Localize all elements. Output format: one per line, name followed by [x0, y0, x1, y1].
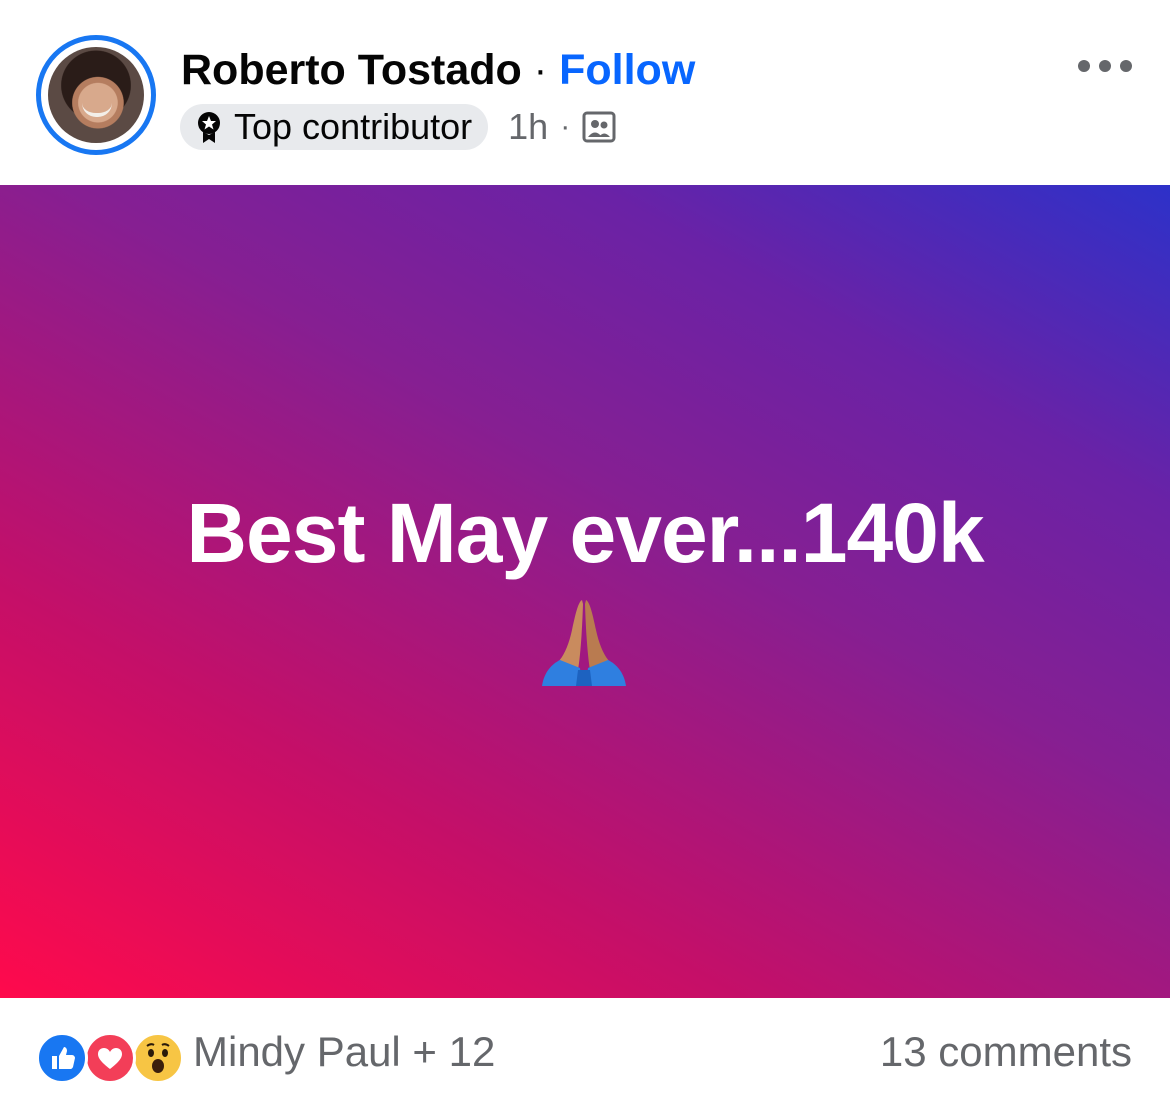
post-meta: Top contributor 1h · [180, 103, 616, 151]
avatar-photo [48, 47, 144, 143]
love-icon [84, 1032, 136, 1084]
award-icon [198, 112, 220, 143]
reaction-summary[interactable]: Mindy Paul + 12 [193, 1028, 495, 1076]
author-avatar[interactable] [36, 35, 156, 155]
author-name[interactable]: Roberto Tostado [181, 46, 522, 95]
comments-count[interactable]: 13 comments [880, 1028, 1132, 1076]
meta-separator: · [560, 110, 571, 143]
badge-label: Top contributor [234, 106, 473, 147]
like-icon [36, 1032, 88, 1084]
post-time[interactable]: 1h [508, 106, 548, 148]
top-contributor-badge[interactable]: Top contributor [180, 104, 489, 150]
separator-dot: · [533, 47, 548, 92]
post-content[interactable]: Best May ever...140k [0, 185, 1170, 998]
group-icon[interactable] [582, 110, 616, 144]
folded-hands-emoji [542, 600, 626, 686]
wow-icon [132, 1032, 184, 1084]
author-row: Roberto Tostado · Follow [181, 42, 695, 98]
post-footer: Mindy Paul + 12 13 comments [0, 998, 1170, 1097]
post-text: Best May ever...140k [186, 486, 984, 580]
follow-button[interactable]: Follow [559, 46, 695, 95]
post-header: Roberto Tostado · Follow Top contributor… [0, 0, 1170, 185]
reaction-icons[interactable] [36, 1032, 184, 1084]
more-options-icon[interactable] [1078, 58, 1132, 74]
